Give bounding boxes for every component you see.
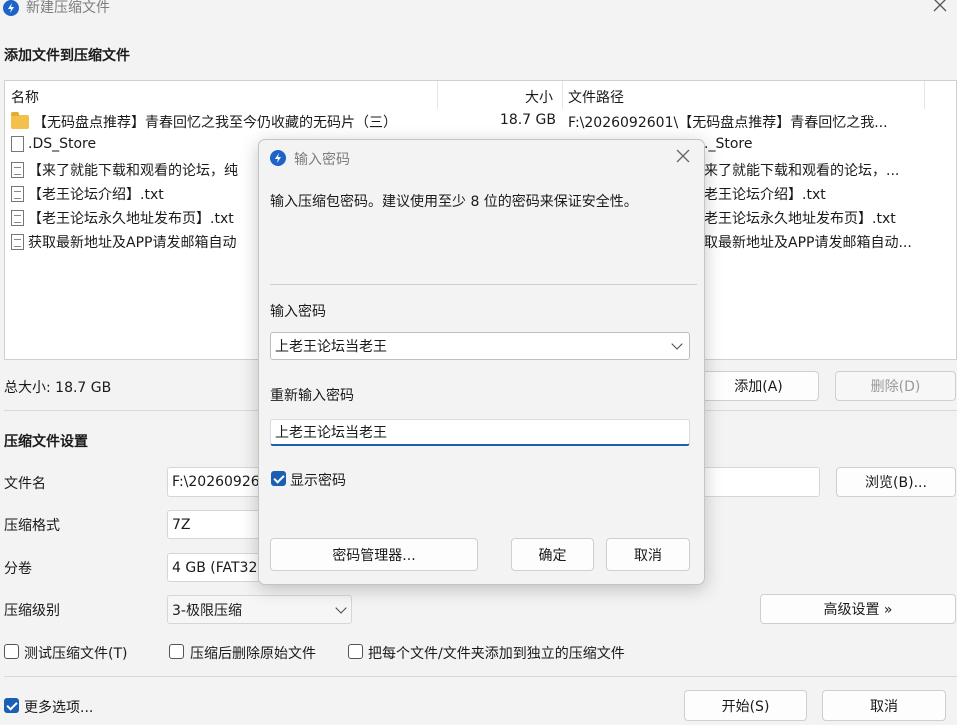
file-path: 老王论坛介绍】.txt — [704, 187, 826, 203]
more-options-label: 更多选项... — [24, 700, 94, 716]
divider — [270, 284, 697, 285]
split-value: 4 GB (FAT32 — [172, 559, 258, 576]
file-name: .DS_Store — [28, 136, 97, 152]
dialog-title: 输入密码 — [294, 152, 350, 168]
format-value: 7Z — [172, 516, 191, 533]
file-name: 【老王论坛永久地址发布页】.txt — [28, 211, 234, 227]
file-path: F:\2026092601\【无码盘点推荐】青春回忆之我... — [568, 115, 888, 131]
chevron-down-icon[interactable] — [671, 338, 683, 350]
window-title: 新建压缩文件 — [26, 0, 110, 16]
settings-section-title: 压缩文件设置 — [4, 434, 88, 450]
file-size: 18.7 GB — [499, 112, 556, 128]
password-manager-button[interactable]: 密码管理器... — [270, 538, 478, 571]
file-name: 【来了就能下载和观看的论坛，纯 — [28, 163, 238, 179]
separate-archives-checkbox[interactable] — [348, 644, 363, 659]
level-label: 压缩级别 — [4, 603, 60, 619]
password-label: 输入密码 — [270, 304, 326, 320]
file-list-header: 名称 大小 文件路径 — [5, 81, 956, 109]
cancel-button[interactable]: 取消 — [822, 690, 946, 721]
reenter-password-input[interactable]: 上老王论坛当老王 — [270, 419, 690, 446]
divider — [4, 676, 957, 677]
column-header-path[interactable]: 文件路径 — [568, 87, 624, 107]
password-input[interactable]: 上老王论坛当老王 — [270, 332, 690, 360]
file-icon — [11, 136, 24, 152]
advanced-settings-button[interactable]: 高级设置 » — [760, 594, 956, 624]
app-icon — [270, 150, 286, 166]
password-dialog: 输入密码 输入压缩包密码。建议使用至少 8 位的密码来保证安全性。 输入密码 上… — [258, 139, 705, 585]
text-file-icon — [11, 162, 24, 178]
add-section-title: 添加文件到压缩文件 — [4, 48, 130, 64]
column-header-size[interactable]: 大小 — [525, 87, 553, 107]
start-button[interactable]: 开始(S) — [684, 690, 807, 721]
list-item[interactable]: 【无码盘点推荐】青春回忆之我至今仍收藏的无码片（三） 18.7 GB F:\20… — [5, 110, 956, 134]
add-button[interactable]: 添加(A) — [698, 371, 819, 401]
app-icon — [3, 0, 19, 16]
level-value: 3-极限压缩 — [172, 602, 242, 619]
file-name: 获取最新地址及APP请发邮箱自动 — [28, 235, 237, 251]
password-value: 上老王论坛当老王 — [275, 339, 387, 355]
delete-after-checkbox[interactable] — [169, 644, 184, 659]
chevron-down-icon — [335, 601, 347, 614]
dialog-cancel-button[interactable]: 取消 — [606, 538, 690, 571]
show-password-checkbox[interactable] — [271, 471, 286, 486]
split-label: 分卷 — [4, 561, 32, 577]
file-path: ._Store — [704, 136, 753, 152]
dialog-description: 输入压缩包密码。建议使用至少 8 位的密码来保证安全性。 — [270, 194, 638, 210]
test-archive-checkbox[interactable] — [4, 644, 19, 659]
file-path: 来了就能下载和观看的论坛，... — [704, 163, 900, 179]
column-header-name[interactable]: 名称 — [11, 87, 39, 107]
delete-button[interactable]: 删除(D) — [835, 371, 956, 401]
text-file-icon — [11, 210, 24, 226]
file-name: 【无码盘点推荐】青春回忆之我至今仍收藏的无码片（三） — [33, 115, 397, 131]
filename-value: F:\20260926 — [172, 474, 260, 490]
ok-button[interactable]: 确定 — [511, 538, 594, 571]
format-label: 压缩格式 — [4, 518, 60, 534]
filename-label: 文件名 — [4, 476, 46, 492]
browse-button[interactable]: 浏览(B)... — [836, 467, 956, 497]
more-options-checkbox[interactable] — [4, 698, 19, 713]
reenter-password-label: 重新输入密码 — [270, 388, 354, 404]
file-path: 取最新地址及APP请发邮箱自动... — [704, 235, 912, 251]
file-path: 老王论坛永久地址发布页】.txt — [704, 211, 896, 227]
text-file-icon — [11, 234, 24, 250]
file-name: 【老王论坛介绍】.txt — [28, 187, 164, 203]
level-select[interactable]: 3-极限压缩 — [167, 595, 352, 624]
show-password-label: 显示密码 — [290, 473, 346, 489]
reenter-password-value: 上老王论坛当老王 — [275, 425, 387, 441]
folder-icon — [11, 112, 29, 129]
text-file-icon — [11, 186, 24, 202]
separate-archives-label: 把每个文件/文件夹添加到独立的压缩文件 — [368, 646, 625, 662]
window-close-icon[interactable] — [933, 0, 951, 16]
total-size: 总大小: 18.7 GB — [4, 380, 112, 396]
delete-after-label: 压缩后删除原始文件 — [190, 646, 316, 662]
dialog-close-icon[interactable] — [676, 149, 692, 165]
test-archive-label: 测试压缩文件(T) — [24, 646, 128, 662]
